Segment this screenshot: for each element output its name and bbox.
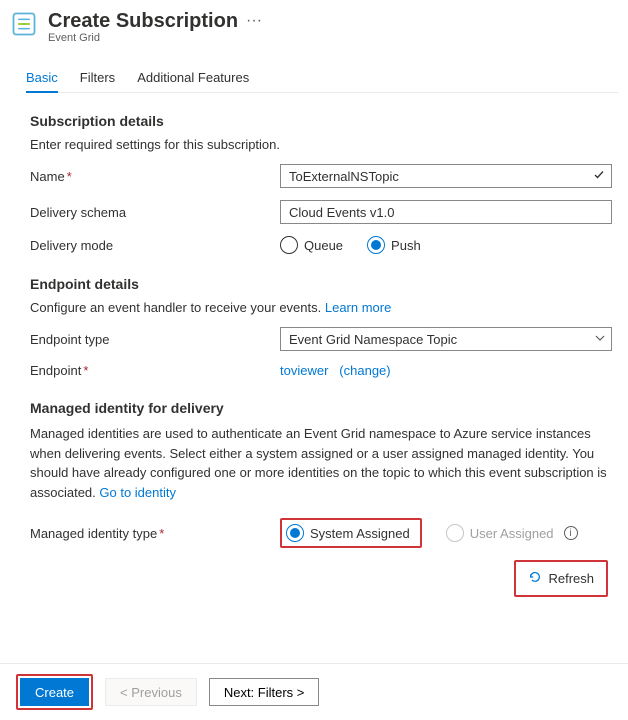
tab-bar: Basic Filters Additional Features bbox=[26, 64, 618, 93]
event-grid-icon bbox=[10, 10, 38, 41]
more-actions-button[interactable]: ··· bbox=[246, 10, 262, 32]
managed-identity-type-label: Managed identity type* bbox=[30, 526, 280, 541]
footer-bar: Create < Previous Next: Filters > bbox=[0, 663, 628, 720]
refresh-button[interactable]: Refresh bbox=[522, 566, 600, 591]
chevron-down-icon bbox=[595, 332, 605, 346]
name-input[interactable]: ToExternalNSTopic bbox=[280, 164, 612, 188]
endpoint-type-select[interactable]: Event Grid Namespace Topic bbox=[280, 327, 612, 351]
endpoint-value-link[interactable]: toviewer bbox=[280, 363, 328, 378]
delivery-mode-push-radio[interactable]: Push bbox=[367, 236, 421, 254]
tab-additional-features[interactable]: Additional Features bbox=[137, 64, 249, 92]
info-icon[interactable]: i bbox=[564, 526, 578, 540]
managed-identity-heading: Managed identity for delivery bbox=[30, 400, 612, 416]
endpoint-type-label: Endpoint type bbox=[30, 332, 280, 347]
endpoint-details-heading: Endpoint details bbox=[30, 276, 612, 292]
go-to-identity-link[interactable]: Go to identity bbox=[99, 485, 176, 500]
name-label: Name* bbox=[30, 169, 280, 184]
previous-button: < Previous bbox=[105, 678, 197, 706]
delivery-schema-select[interactable]: Cloud Events v1.0 bbox=[280, 200, 612, 224]
tab-basic[interactable]: Basic bbox=[26, 64, 58, 93]
endpoint-change-link[interactable]: (change) bbox=[339, 363, 390, 378]
learn-more-link[interactable]: Learn more bbox=[325, 300, 391, 315]
next-button[interactable]: Next: Filters > bbox=[209, 678, 320, 706]
page-title: Create Subscription bbox=[48, 10, 238, 32]
endpoint-details-description: Configure an event handler to receive yo… bbox=[30, 300, 321, 315]
delivery-mode-label: Delivery mode bbox=[30, 238, 280, 253]
endpoint-label: Endpoint* bbox=[30, 363, 280, 378]
system-assigned-radio[interactable]: System Assigned bbox=[286, 524, 410, 542]
delivery-schema-label: Delivery schema bbox=[30, 205, 280, 220]
subscription-details-heading: Subscription details bbox=[30, 113, 612, 129]
tab-filters[interactable]: Filters bbox=[80, 64, 115, 92]
subscription-details-description: Enter required settings for this subscri… bbox=[30, 137, 612, 152]
delivery-mode-queue-radio[interactable]: Queue bbox=[280, 236, 343, 254]
refresh-icon bbox=[528, 570, 542, 587]
create-button[interactable]: Create bbox=[20, 678, 89, 706]
page-subtitle: Event Grid bbox=[48, 32, 238, 44]
checkmark-icon bbox=[593, 169, 605, 184]
user-assigned-radio: User Assigned i bbox=[446, 524, 578, 542]
